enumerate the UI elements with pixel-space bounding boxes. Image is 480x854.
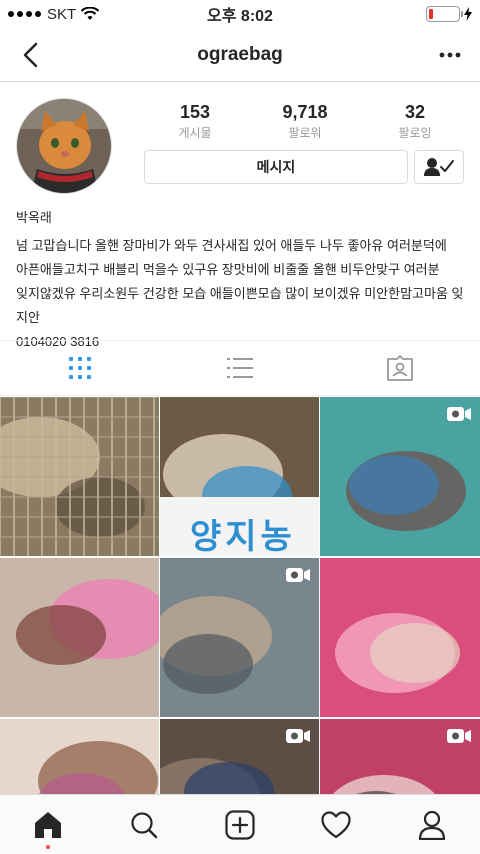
active-indicator-dot <box>46 844 50 849</box>
grid-icon <box>69 357 91 379</box>
charging-icon <box>464 7 472 21</box>
following-button[interactable] <box>414 150 464 184</box>
profile-stats: 153 게시물 9,718 팔로워 32 팔로잉 <box>140 102 470 141</box>
avatar[interactable] <box>16 98 112 194</box>
video-icon <box>286 729 310 743</box>
tagged-icon <box>387 355 413 381</box>
more-horizontal-icon <box>439 52 461 57</box>
tab-grid[interactable] <box>0 341 160 395</box>
nav-profile[interactable] <box>402 795 462 854</box>
followers-count[interactable]: 9,718 팔로워 <box>255 102 355 141</box>
tab-list[interactable] <box>160 341 320 395</box>
bio-line: 아픈애들고치구 배블리 먹을수 있구유 장맛비에 비줄줄 올핸 비두안맞구 여러… <box>16 262 440 277</box>
followers-count-value: 9,718 <box>282 102 328 122</box>
post-thumbnail[interactable]: 양지농 <box>160 397 319 556</box>
profile-header: ograebag <box>0 28 480 82</box>
posts-count-value: 153 <box>179 102 211 122</box>
cat-avatar <box>17 99 111 193</box>
post-thumbnail[interactable] <box>320 558 480 717</box>
following-count[interactable]: 32 팔로잉 <box>365 102 465 141</box>
heart-icon <box>321 810 351 838</box>
post-grid: 양지농 <box>0 397 480 854</box>
wifi-icon <box>80 7 100 20</box>
following-count-value: 32 <box>404 102 426 122</box>
profile-full-name: 박옥래 <box>16 210 52 225</box>
profile-view-tabs <box>0 340 480 396</box>
home-icon <box>35 811 61 838</box>
nav-home[interactable] <box>18 795 78 854</box>
chevron-left-icon <box>23 42 38 67</box>
username-title: ograebag <box>197 43 283 65</box>
tab-tagged[interactable] <box>320 341 480 395</box>
bio-line: 잊지않겠유 우리소원두 건강한 모습 애들이쁜모습 많이 보이겠유 미안한맘고마… <box>16 286 464 325</box>
posts-count[interactable]: 153 게시물 <box>145 102 245 141</box>
nav-search[interactable] <box>114 795 174 854</box>
carrier-name: SKT <box>47 5 77 23</box>
add-post-icon <box>225 809 255 840</box>
post-image <box>0 397 159 556</box>
clock: 오후 8:02 <box>207 8 273 25</box>
search-icon <box>131 811 158 838</box>
bottom-navigation <box>0 794 480 854</box>
video-icon <box>286 568 310 582</box>
message-button[interactable]: 메시지 <box>144 150 408 184</box>
video-icon <box>447 407 471 421</box>
more-options-button[interactable] <box>434 39 466 71</box>
status-bar: SKT 오후 8:02 <box>0 0 480 28</box>
profile-bio: 박옥래 넘 고맙습니다 올핸 장마비가 와두 견사새집 있어 애들두 나두 좋아… <box>16 206 466 354</box>
post-thumbnail[interactable] <box>160 558 319 717</box>
followers-count-label: 팔로워 <box>288 126 322 140</box>
list-icon <box>227 358 253 378</box>
nav-add-post[interactable] <box>210 795 270 854</box>
signal-strength-icon <box>8 11 41 17</box>
video-icon <box>447 729 471 743</box>
bio-line: 넘 고맙습니다 올핸 장마비가 와두 견사새집 있어 애들두 나두 좋아유 여러… <box>16 238 447 253</box>
post-thumbnail[interactable] <box>0 558 159 717</box>
user-check-icon <box>424 158 454 176</box>
following-count-label: 팔로잉 <box>398 126 432 140</box>
post-image <box>320 558 480 717</box>
post-thumbnail[interactable] <box>320 397 480 556</box>
post-thumbnail[interactable] <box>0 397 159 556</box>
post-sign-text: 양지농 <box>190 518 296 556</box>
back-button[interactable] <box>14 39 46 71</box>
battery-icon <box>426 6 463 22</box>
nav-activity[interactable] <box>306 795 366 854</box>
profile-icon <box>418 810 446 840</box>
post-image <box>0 558 159 717</box>
posts-count-label: 게시물 <box>178 126 212 140</box>
